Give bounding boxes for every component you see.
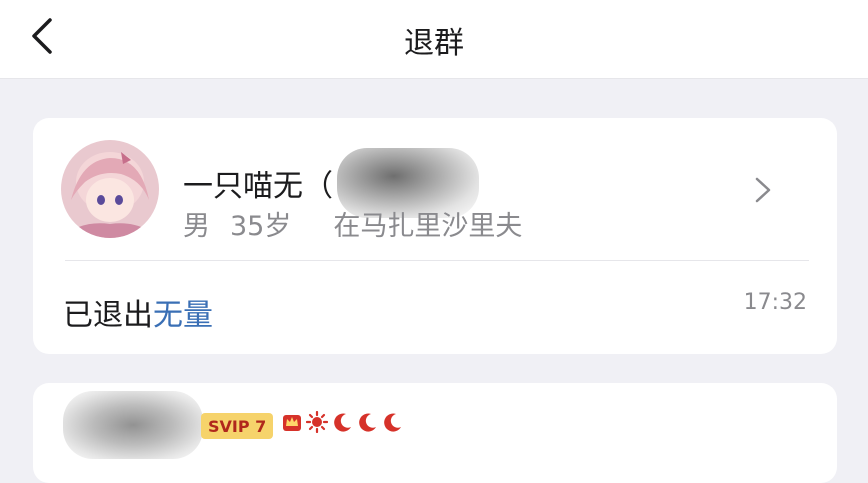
group-link[interactable]: 无量 — [153, 298, 213, 333]
vip-badge: SVIP 7 — [201, 413, 274, 439]
moon-icon — [334, 413, 351, 432]
divider — [65, 260, 809, 261]
moon-icon — [359, 413, 376, 432]
sun-icon — [306, 411, 328, 433]
event-time: 17:32 — [743, 290, 807, 315]
member-meta: 男 35岁 在马扎里沙里夫 — [183, 204, 522, 243]
crown-icon — [283, 415, 301, 431]
member-location: 在马扎里沙里夫 — [333, 211, 523, 242]
avatar[interactable] — [61, 140, 159, 238]
member-card-2[interactable]: SVIP 7 — [33, 383, 837, 483]
page-title: 退群 — [404, 26, 464, 61]
member-gender: 男 — [183, 211, 210, 242]
redacted-blur — [63, 391, 203, 459]
event-text: 已退出无量 — [63, 290, 213, 334]
chevron-right-icon[interactable] — [751, 176, 775, 204]
level-badges — [281, 411, 403, 433]
moon-icon — [384, 413, 401, 432]
member-age: 35岁 — [230, 211, 292, 242]
member-name: 一只喵无（ — [183, 169, 333, 204]
member-card[interactable]: 一只喵无（ 男 35岁 在马扎里沙里夫 已退出无量 17:32 — [33, 118, 837, 354]
event-action: 已退出 — [63, 298, 153, 333]
nav-bar: 退群 — [0, 0, 868, 79]
